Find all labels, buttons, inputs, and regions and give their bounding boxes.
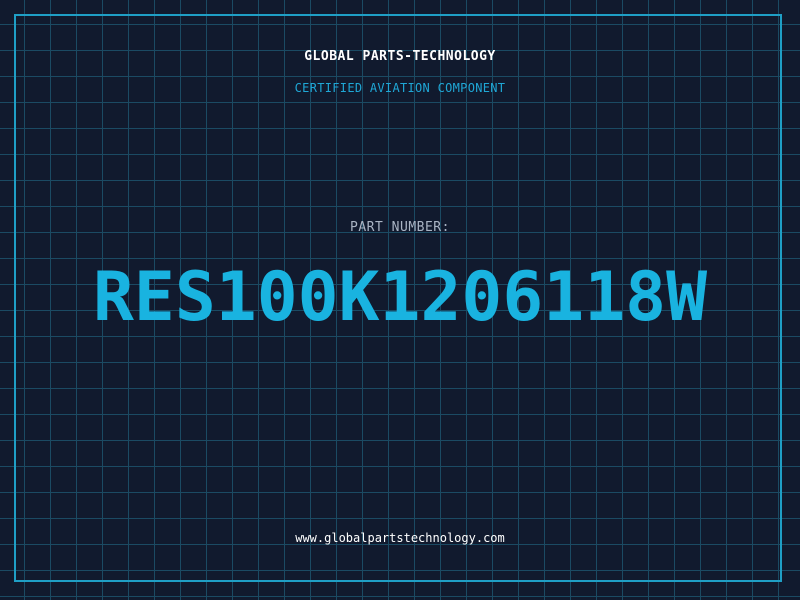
- company-name: GLOBAL PARTS-TECHNOLOGY: [304, 49, 496, 64]
- part-number-value: RES100K1206118W: [92, 258, 708, 337]
- tagline: CERTIFIED AVIATION COMPONENT: [294, 81, 506, 95]
- website-url: www.globalpartstechnology.com: [295, 531, 505, 545]
- part-number-label: PART NUMBER:: [350, 220, 450, 235]
